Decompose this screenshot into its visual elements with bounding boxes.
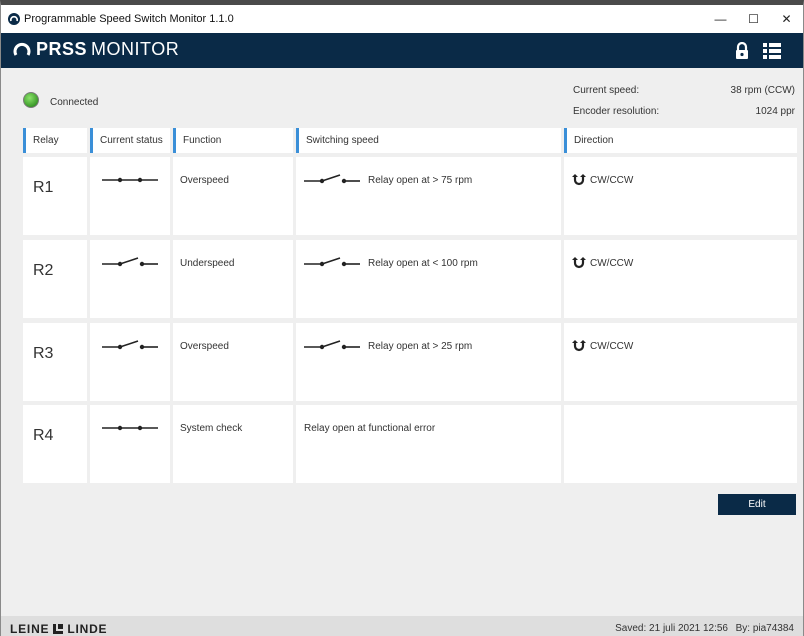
current-speed-value: 38 rpm (CCW) xyxy=(730,85,795,96)
company-logo: LEINE LINDE xyxy=(10,622,107,636)
relay-cell[interactable]: R1 xyxy=(23,157,87,235)
header-relay: Relay xyxy=(23,128,87,153)
header-function: Function xyxy=(173,128,293,153)
direction-text: CW/CCW xyxy=(590,175,634,186)
direction-text: CW/CCW xyxy=(590,341,634,352)
gauge-logo-icon xyxy=(13,42,31,56)
window-controls: — ☐ ✕ xyxy=(704,5,803,33)
direction-cell: CW/CCW xyxy=(564,157,797,235)
window-title: Programmable Speed Switch Monitor 1.1.0 xyxy=(24,13,234,25)
list-menu-icon[interactable] xyxy=(763,42,781,60)
company-logo-mark-icon xyxy=(53,624,64,634)
status-footer: LEINE LINDE Saved: 21 juli 2021 12:56 By… xyxy=(1,616,803,636)
header-switching-speed: Switching speed xyxy=(296,128,561,153)
relay-cell[interactable]: R2 xyxy=(23,240,87,318)
switching-speed-text: Relay open at functional error xyxy=(304,423,436,434)
relay-name: R2 xyxy=(33,262,54,279)
encoder-resolution-value: 1024 ppr xyxy=(755,106,795,117)
direction-text: CW/CCW xyxy=(590,258,634,269)
title-bar[interactable]: Programmable Speed Switch Monitor 1.1.0 … xyxy=(1,5,803,33)
direction-cell: CW/CCW xyxy=(564,240,797,318)
function-cell: Underspeed xyxy=(173,240,293,318)
switching-speed-text: Relay open at > 25 rpm xyxy=(368,341,473,352)
relay-cell[interactable]: R4 xyxy=(23,405,87,483)
edit-button[interactable]: Edit xyxy=(718,494,796,515)
app-logo-icon xyxy=(8,13,20,25)
direction-cell xyxy=(564,405,797,483)
switching-speed-cell: Relay open at > 75 rpm xyxy=(296,157,561,235)
switch-open-icon xyxy=(304,174,360,184)
lock-icon[interactable] xyxy=(734,42,750,60)
bidirectional-rotation-icon xyxy=(572,257,586,269)
bidirectional-rotation-icon xyxy=(572,340,586,352)
header-current-status: Current status xyxy=(90,128,170,153)
bidirectional-rotation-icon xyxy=(572,174,586,186)
switching-speed-cell: Relay open at < 100 rpm xyxy=(296,240,561,318)
switching-speed-cell: Relay open at > 25 rpm xyxy=(296,323,561,401)
brand-name-bold: PRSS xyxy=(36,39,88,59)
function-text: Overspeed xyxy=(180,341,229,352)
switch-open-icon xyxy=(102,257,158,267)
function-text: Underspeed xyxy=(180,258,235,269)
close-button[interactable]: ✕ xyxy=(770,5,803,33)
brand-logo: PRSS MONITOR xyxy=(13,39,179,60)
switching-speed-text: Relay open at > 75 rpm xyxy=(368,175,473,186)
current-speed-info: Current speed: 38 rpm (CCW) xyxy=(573,85,795,96)
app-header: PRSS MONITOR xyxy=(1,33,803,68)
switching-speed-cell: Relay open at functional error xyxy=(296,405,561,483)
current-speed-label: Current speed: xyxy=(573,85,640,96)
relay-cell[interactable]: R3 xyxy=(23,323,87,401)
app-window: Programmable Speed Switch Monitor 1.1.0 … xyxy=(0,0,804,636)
current-status-cell xyxy=(90,157,170,235)
relay-name: R3 xyxy=(33,345,54,362)
current-status-cell xyxy=(90,323,170,401)
switch-closed-icon xyxy=(102,177,158,183)
relay-name: R1 xyxy=(33,179,54,196)
switch-closed-icon xyxy=(102,425,158,431)
switch-open-icon xyxy=(304,340,360,350)
relay-name: R4 xyxy=(33,427,54,444)
encoder-resolution-label: Encoder resolution: xyxy=(573,106,660,117)
connection-status-text: Connected xyxy=(50,97,99,108)
saved-by-user: By: pia74384 xyxy=(735,623,794,634)
saved-timestamp: Saved: 21 juli 2021 12:56 xyxy=(615,623,728,634)
current-status-cell xyxy=(90,405,170,483)
maximize-button[interactable]: ☐ xyxy=(737,5,770,33)
minimize-button[interactable]: — xyxy=(704,5,737,33)
switch-open-icon xyxy=(304,257,360,267)
brand-name-light: MONITOR xyxy=(91,39,180,59)
function-text: Overspeed xyxy=(180,175,229,186)
function-text: System check xyxy=(180,423,243,434)
function-cell: System check xyxy=(173,405,293,483)
company-logo-right: LINDE xyxy=(67,622,108,636)
company-logo-left: LEINE xyxy=(10,622,50,636)
function-cell: Overspeed xyxy=(173,157,293,235)
header-direction: Direction xyxy=(564,128,797,153)
connection-status-led xyxy=(23,92,39,108)
function-cell: Overspeed xyxy=(173,323,293,401)
encoder-resolution-info: Encoder resolution: 1024 ppr xyxy=(573,106,795,117)
switch-open-icon xyxy=(102,340,158,350)
current-status-cell xyxy=(90,240,170,318)
direction-cell: CW/CCW xyxy=(564,323,797,401)
switching-speed-text: Relay open at < 100 rpm xyxy=(368,258,478,269)
